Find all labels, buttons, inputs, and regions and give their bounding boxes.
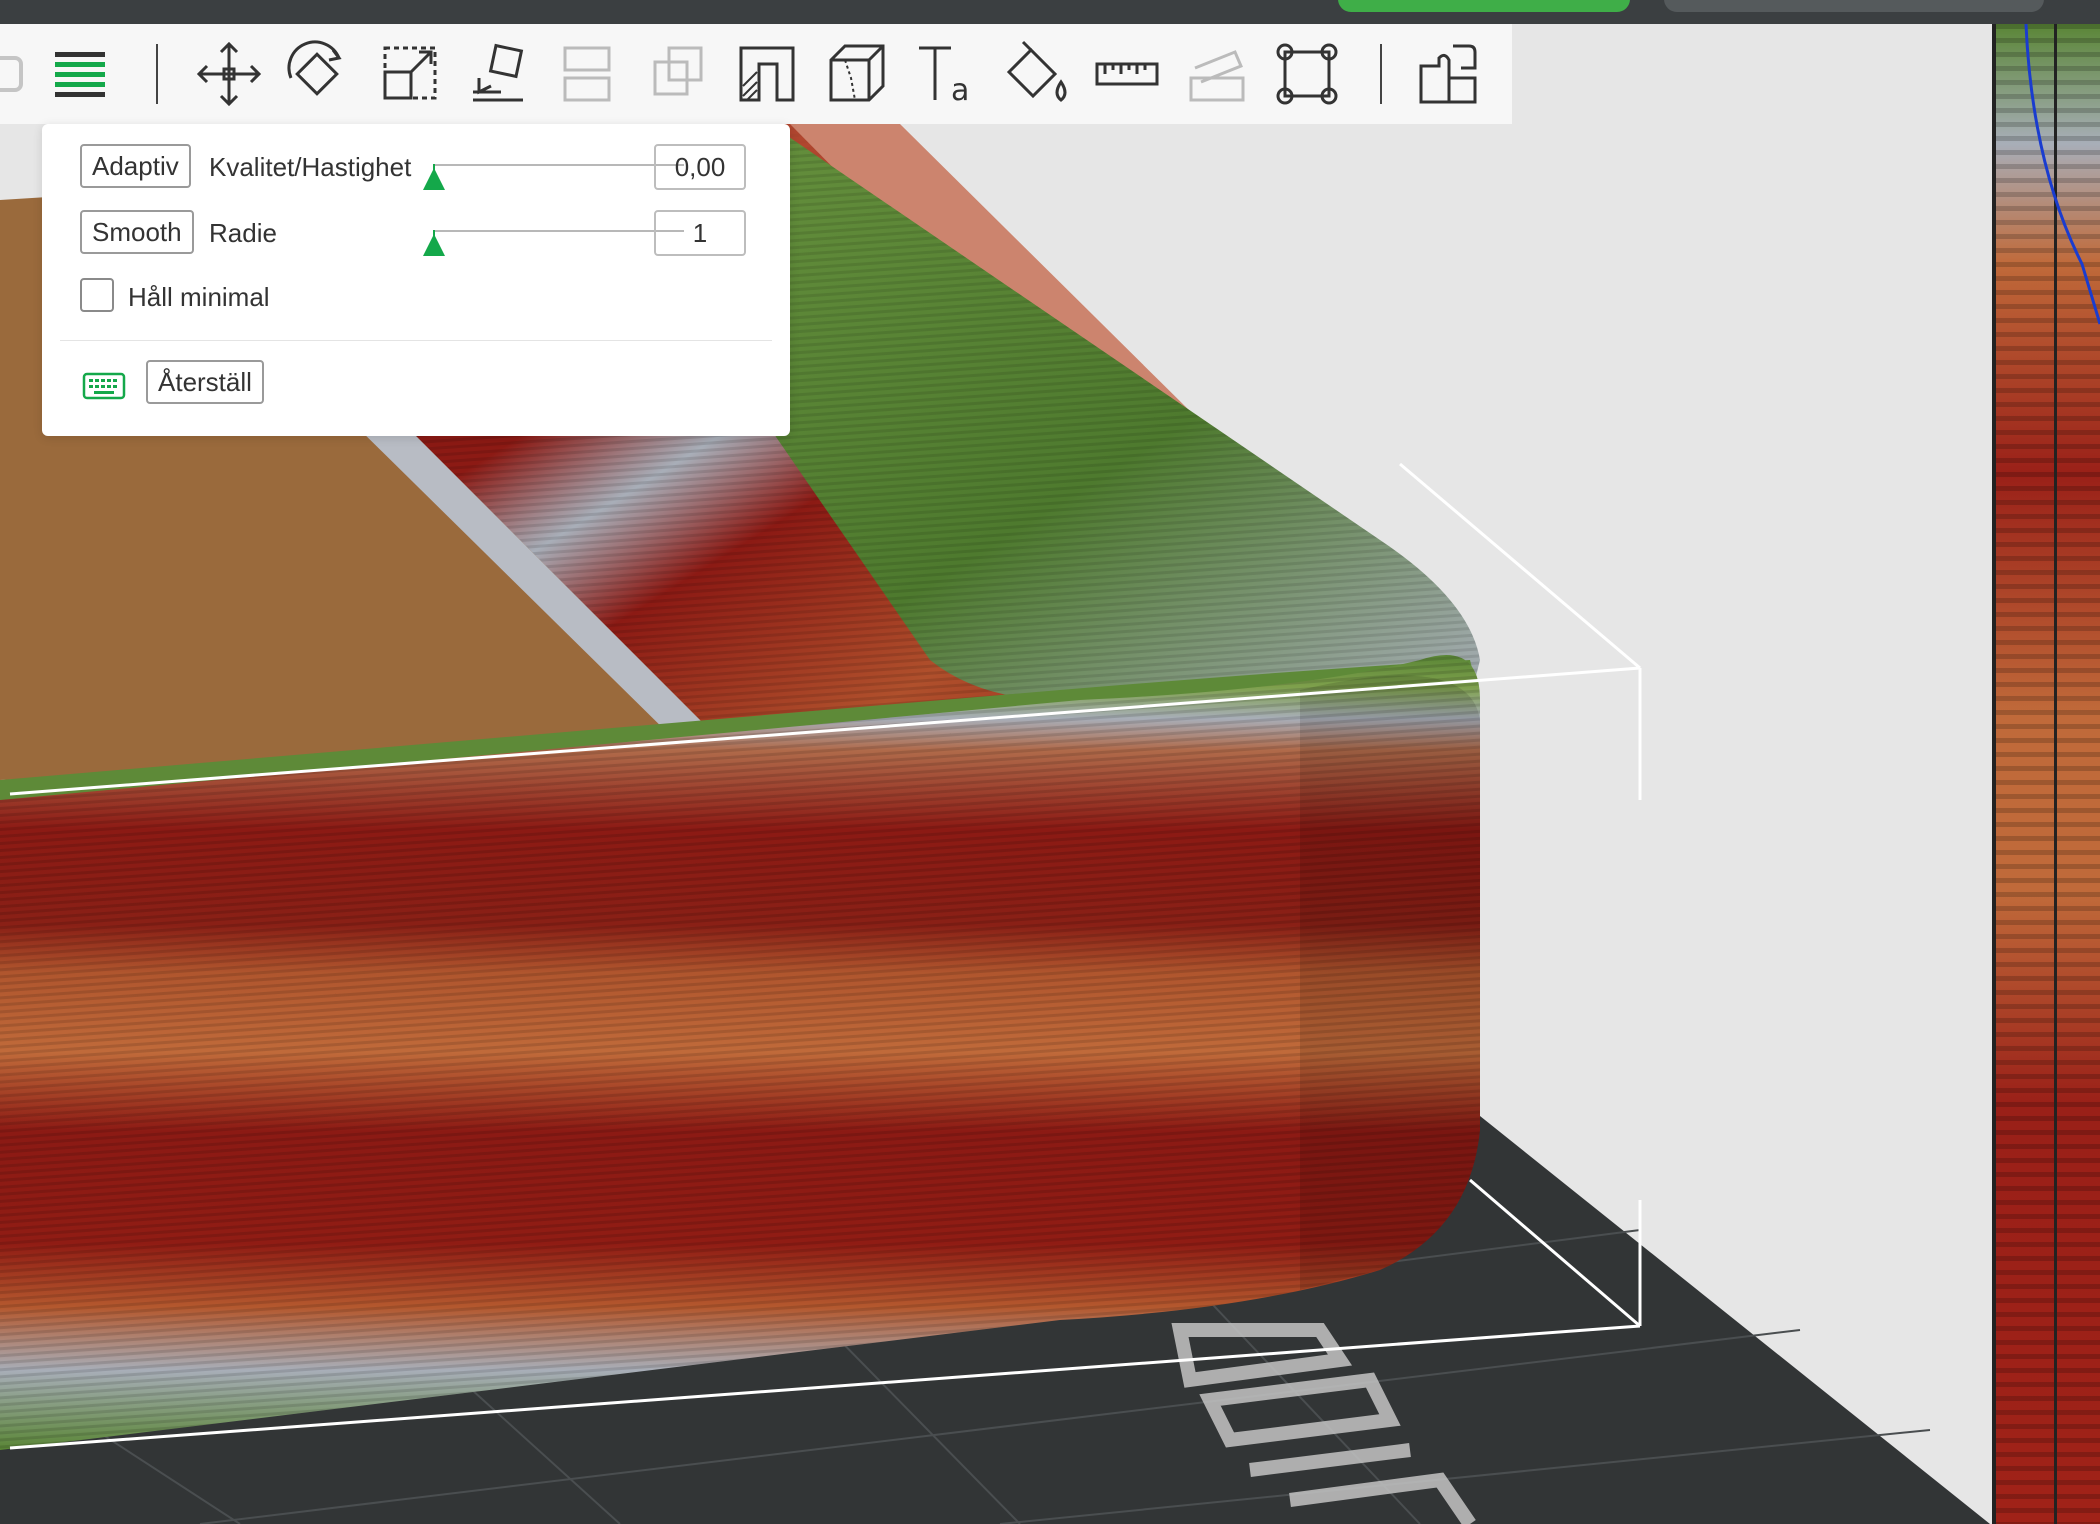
arrange-icon bbox=[563, 46, 611, 102]
keyboard-shortcuts-button[interactable] bbox=[82, 370, 126, 400]
plate-split-button[interactable] bbox=[1404, 36, 1494, 112]
radius-slider-track[interactable] bbox=[434, 230, 684, 232]
plate-split-icon bbox=[1419, 44, 1477, 104]
radius-slider-thumb[interactable] bbox=[423, 230, 445, 256]
move-icon bbox=[196, 41, 262, 107]
seam-paint-button[interactable] bbox=[812, 36, 902, 112]
quality-speed-label: Kvalitet/Hastighet bbox=[209, 152, 412, 182]
rotate-button[interactable] bbox=[272, 36, 362, 112]
copy-icon bbox=[653, 46, 703, 96]
keyboard-icon bbox=[82, 372, 126, 400]
radius-label: Radie bbox=[209, 218, 277, 248]
toolbar-separator bbox=[1380, 44, 1382, 104]
measure-icon bbox=[1095, 62, 1159, 86]
adaptive-button[interactable]: Adaptiv bbox=[80, 144, 191, 188]
scale-icon bbox=[383, 46, 437, 100]
cut-button[interactable] bbox=[1172, 36, 1262, 112]
scale-button[interactable] bbox=[362, 36, 452, 112]
svg-text:a: a bbox=[951, 73, 969, 108]
support-paint-button[interactable] bbox=[722, 36, 812, 112]
panel-divider bbox=[60, 340, 772, 341]
toolbar-separator bbox=[156, 44, 158, 104]
variable-layer-height-panel: Adaptiv Kvalitet/Hastighet 0,00 Smooth R… bbox=[42, 124, 790, 436]
top-strip bbox=[0, 0, 2100, 24]
seam-paint-icon bbox=[829, 44, 885, 102]
assembly-icon bbox=[1276, 43, 1338, 105]
measure-button[interactable] bbox=[1082, 36, 1172, 112]
color-paint-icon bbox=[1006, 40, 1067, 102]
keep-min-label: Håll minimal bbox=[128, 282, 270, 312]
text-icon: a bbox=[919, 46, 969, 108]
color-paint-button[interactable] bbox=[992, 36, 1082, 112]
top-toolbar: a bbox=[0, 24, 1512, 124]
top-tab-left[interactable] bbox=[1338, 0, 1630, 12]
layers-button[interactable] bbox=[34, 36, 124, 112]
move-button[interactable] bbox=[184, 36, 274, 112]
layer-slider[interactable] bbox=[1992, 24, 2100, 1524]
top-tab-right[interactable] bbox=[1664, 0, 2044, 12]
support-paint-icon bbox=[739, 46, 795, 102]
layers-icon bbox=[55, 52, 105, 97]
rotate-icon bbox=[287, 40, 342, 96]
radius-value-input[interactable]: 1 bbox=[654, 210, 746, 256]
reset-button[interactable]: Återställ bbox=[146, 360, 264, 404]
quality-slider-thumb[interactable] bbox=[423, 164, 445, 190]
copy-button[interactable] bbox=[632, 36, 722, 112]
text-button[interactable]: a bbox=[902, 36, 992, 112]
smooth-button[interactable]: Smooth bbox=[80, 210, 194, 254]
assembly-button[interactable] bbox=[1262, 36, 1352, 112]
cut-icon bbox=[1189, 50, 1245, 102]
arrange-button[interactable] bbox=[542, 36, 632, 112]
quality-slider-track[interactable] bbox=[434, 164, 684, 166]
lay-on-face-icon bbox=[473, 43, 524, 102]
quality-value-input[interactable]: 0,00 bbox=[654, 144, 746, 190]
keep-min-checkbox[interactable] bbox=[80, 278, 114, 312]
lay-on-face-button[interactable] bbox=[452, 36, 542, 112]
